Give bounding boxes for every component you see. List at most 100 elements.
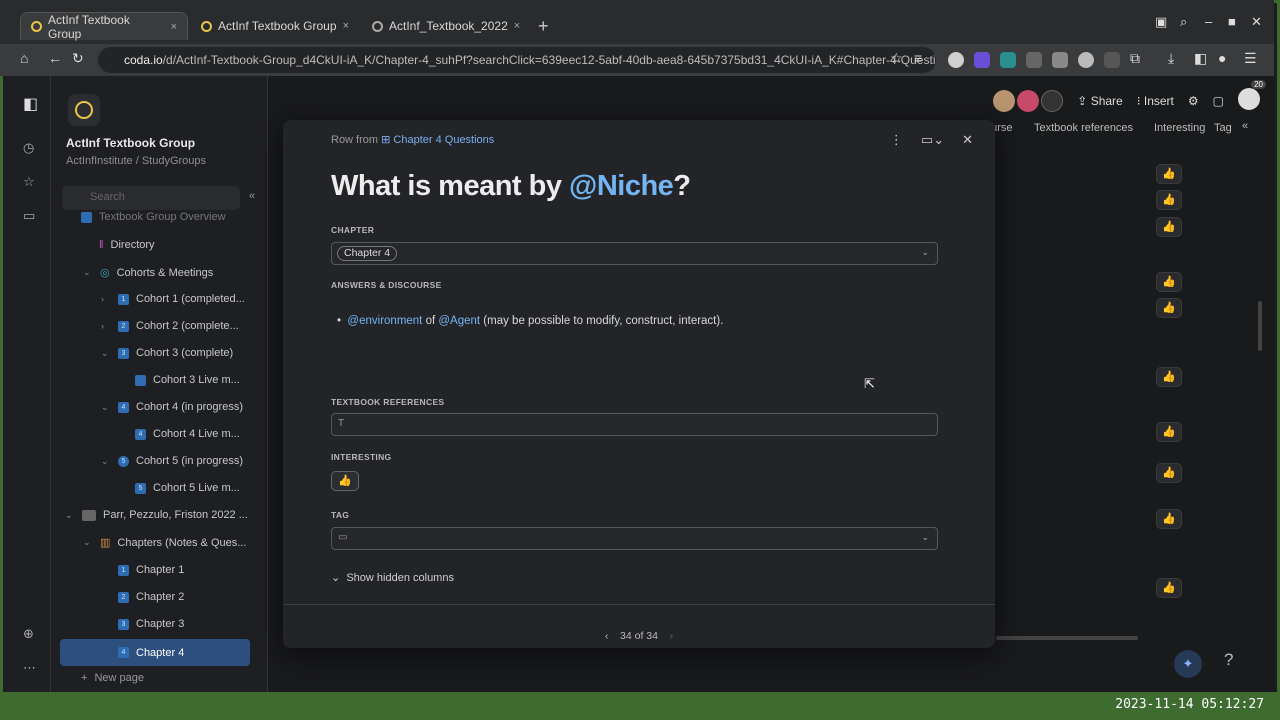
thumbs-up-icon[interactable]: 👍 bbox=[331, 471, 359, 491]
star-icon[interactable]: ☆ bbox=[23, 174, 35, 190]
chevron-down-icon[interactable]: ⌄ bbox=[83, 537, 93, 548]
sidebar-item-chapter-1[interactable]: 1 Chapter 1 bbox=[118, 564, 184, 576]
chevron-down-icon[interactable]: ⌄ bbox=[921, 532, 929, 543]
avatar[interactable] bbox=[1041, 89, 1064, 112]
thumbs-up-icon[interactable]: 👍 bbox=[1156, 298, 1182, 318]
extension-icon[interactable] bbox=[1104, 52, 1120, 68]
avatar[interactable] bbox=[993, 89, 1016, 112]
sidebar-item-directory[interactable]: ‖ Directory bbox=[99, 239, 155, 251]
extension-icon[interactable] bbox=[1052, 52, 1068, 68]
bookmark-star-icon[interactable]: ☆ bbox=[890, 50, 903, 67]
next-row-icon[interactable]: › bbox=[670, 630, 674, 642]
browser-tab-2[interactable]: ActInf Textbook Group × bbox=[191, 12, 359, 40]
browser-tab-1[interactable]: ActInf Textbook Group × bbox=[20, 12, 188, 41]
browser-tab-3[interactable]: ActInf_Textbook_2022 × bbox=[362, 12, 530, 40]
sidebar-item-cohort-3-live[interactable]: Cohort 3 Live m... bbox=[135, 374, 240, 386]
comment-icon[interactable]: ▢ bbox=[1213, 94, 1224, 108]
thumbs-up-icon[interactable]: 👍 bbox=[1156, 578, 1182, 598]
chapter-select[interactable]: Chapter 4 ⌄ bbox=[331, 242, 938, 265]
tab-close-icon[interactable]: × bbox=[171, 21, 177, 33]
sidebar-item-cohort-5-live[interactable]: 5 Cohort 5 Live m... bbox=[135, 482, 240, 494]
collapse-sidebar-icon[interactable]: « bbox=[249, 190, 255, 202]
tag-select[interactable]: ▭ ⌄ bbox=[331, 527, 938, 550]
chapter-chip[interactable]: Chapter 4 bbox=[337, 246, 398, 261]
recent-clock-icon[interactable]: ◷ bbox=[23, 140, 34, 156]
more-options-icon[interactable]: ⋮ bbox=[890, 132, 903, 148]
tab-search-icon[interactable]: ▣ bbox=[1155, 14, 1167, 30]
source-table-link[interactable]: Chapter 4 Questions bbox=[393, 134, 494, 146]
user-avatar[interactable]: 20 bbox=[1238, 80, 1266, 113]
avatar[interactable] bbox=[1017, 89, 1040, 112]
thumbs-up-icon[interactable]: 👍 bbox=[1156, 164, 1182, 184]
sidebar-item-cohorts[interactable]: ⌄ ◎ Cohorts & Meetings bbox=[83, 266, 213, 280]
address-bar[interactable]: coda.io/d/ActInf-Textbook-Group_d4CkUI-i… bbox=[98, 47, 936, 73]
chevron-down-icon[interactable]: ⌄ bbox=[101, 402, 111, 413]
thumbs-up-icon[interactable]: 👍 bbox=[1156, 509, 1182, 529]
chevron-down-icon[interactable]: ⌄ bbox=[921, 247, 929, 258]
agent-reference-link[interactable]: @Agent bbox=[438, 315, 480, 327]
thumbs-up-icon[interactable]: 👍 bbox=[1156, 367, 1182, 387]
workspace-breadcrumb[interactable]: ActInfInstitute / StudyGroups bbox=[66, 155, 206, 167]
profile-icon[interactable]: ● bbox=[1218, 50, 1226, 66]
extension-icon[interactable] bbox=[1000, 52, 1016, 68]
sidebar-item-chapter-3[interactable]: 3 Chapter 3 bbox=[118, 618, 184, 630]
show-hidden-columns-button[interactable]: ⌄ Show hidden columns bbox=[331, 571, 454, 584]
side-panel-icon[interactable]: ◧ bbox=[1194, 50, 1207, 67]
thumbs-up-icon[interactable]: 👍 bbox=[1156, 272, 1182, 292]
sidebar-item-cohort-3[interactable]: ⌄ 3 Cohort 3 (complete) bbox=[101, 347, 233, 359]
browser-menu-icon[interactable]: ☰ bbox=[1244, 50, 1257, 67]
column-header-interesting[interactable]: Interesting bbox=[1154, 122, 1205, 134]
textbook-references-input[interactable]: T bbox=[331, 413, 938, 436]
extension-icon[interactable] bbox=[974, 52, 990, 68]
add-circle-icon[interactable]: ⊕ bbox=[23, 626, 34, 642]
settings-gear-icon[interactable]: ⚙ bbox=[1188, 94, 1199, 108]
sidebar-item-parr-textbook[interactable]: ⌄ Parr, Pezzulo, Friston 2022 ... bbox=[65, 509, 248, 521]
home-icon[interactable]: ⌂ bbox=[20, 50, 28, 66]
search-icon[interactable]: ⌕ bbox=[1180, 14, 1187, 30]
row-title[interactable]: What is meant by @Niche? bbox=[331, 170, 691, 203]
sidebar-item-cohort-1[interactable]: › 1 Cohort 1 (completed... bbox=[101, 293, 245, 305]
tab-close-icon[interactable]: × bbox=[514, 20, 520, 32]
thumbs-up-icon[interactable]: 👍 bbox=[1156, 190, 1182, 210]
chevron-down-icon[interactable]: ⌄ bbox=[83, 267, 93, 278]
extension-icon[interactable] bbox=[1026, 52, 1042, 68]
thumbs-up-icon[interactable]: 👍 bbox=[1156, 217, 1182, 237]
sidebar-search-input[interactable]: Search bbox=[62, 186, 240, 210]
chevron-right-icon[interactable]: › bbox=[101, 294, 111, 304]
column-header-tag[interactable]: Tag bbox=[1214, 122, 1232, 134]
back-icon[interactable]: ← bbox=[48, 50, 62, 66]
sidebar-item-cohort-4[interactable]: ⌄ 4 Cohort 4 (in progress) bbox=[101, 401, 243, 413]
sidebar-item-chapters[interactable]: ⌄ ▥ Chapters (Notes & Ques... bbox=[83, 536, 246, 550]
new-page-button[interactable]: + New page bbox=[81, 672, 144, 684]
sidebar-item-cohort-2[interactable]: › 2 Cohort 2 (complete... bbox=[101, 320, 239, 332]
extension-icon[interactable] bbox=[948, 52, 964, 68]
download-icon[interactable]: ⤓ bbox=[1168, 50, 1174, 67]
environment-reference-link[interactable]: @environment bbox=[347, 315, 422, 327]
chevron-down-icon[interactable]: ⌄ bbox=[101, 456, 111, 467]
thumbs-up-icon[interactable]: 👍 bbox=[1156, 463, 1182, 483]
maximize-icon[interactable]: ■ bbox=[1228, 14, 1236, 29]
sidebar-item-cohort-5[interactable]: ⌄ 5 Cohort 5 (in progress) bbox=[101, 455, 243, 467]
niche-reference-link[interactable]: @Niche bbox=[569, 170, 674, 202]
workspace-title[interactable]: ActInf Textbook Group bbox=[66, 136, 195, 150]
answer-bullet[interactable]: • @environment of @Agent (may be possibl… bbox=[337, 315, 723, 327]
sidebar-item-chapter-4[interactable]: 4 Chapter 4 bbox=[60, 639, 250, 666]
thumbs-up-icon[interactable]: 👍 bbox=[1156, 422, 1182, 442]
help-icon[interactable]: ? bbox=[1224, 650, 1233, 670]
layout-view-icon[interactable]: ▭⌄ bbox=[921, 132, 944, 148]
extensions-puzzle-icon[interactable]: ⧉ bbox=[1130, 50, 1140, 67]
minimize-icon[interactable]: – bbox=[1205, 14, 1212, 29]
chevron-down-icon[interactable]: ⌄ bbox=[65, 510, 75, 521]
coda-logo-icon[interactable]: ◧ bbox=[23, 94, 38, 114]
insert-button[interactable]: ⁝ Insert bbox=[1137, 94, 1174, 108]
share-button[interactable]: ⇪ Share bbox=[1077, 94, 1122, 108]
ai-sparkle-icon[interactable]: ✦ bbox=[1174, 650, 1202, 678]
previous-row-icon[interactable]: ‹ bbox=[605, 630, 609, 642]
chevron-right-icon[interactable]: › bbox=[101, 321, 111, 331]
tab-close-icon[interactable]: × bbox=[343, 20, 349, 32]
extension-icon[interactable] bbox=[1078, 52, 1094, 68]
sidebar-item-chapter-2[interactable]: 2 Chapter 2 bbox=[118, 591, 184, 603]
column-header-textbook-references[interactable]: Textbook references bbox=[1034, 122, 1133, 134]
folder-icon[interactable]: ▭ bbox=[23, 208, 35, 224]
close-icon[interactable]: ✕ bbox=[962, 132, 973, 148]
